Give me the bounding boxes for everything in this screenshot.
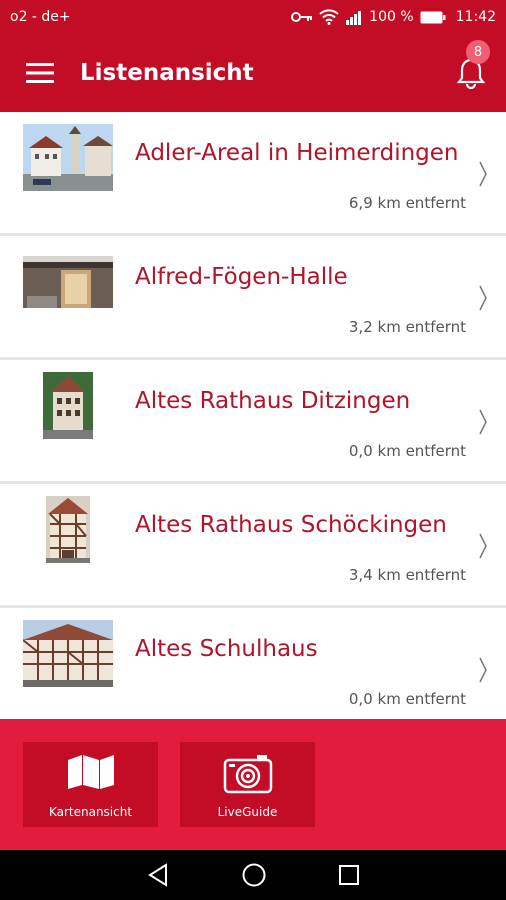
- wifi-icon: [319, 9, 339, 25]
- status-icons: 100 % 11:42: [291, 9, 496, 25]
- liveguide-button[interactable]: LiveGuide: [180, 742, 315, 827]
- key-icon: [291, 11, 313, 23]
- menu-button[interactable]: [0, 34, 80, 112]
- recents-icon[interactable]: [338, 864, 360, 886]
- clock: 11:42: [455, 9, 496, 25]
- system-nav-bar: [0, 850, 506, 900]
- location-distance: 0,0 km entfernt: [348, 442, 466, 460]
- location-thumbnail: [43, 372, 93, 439]
- location-title: Adler-Areal in Heimerdingen: [135, 140, 459, 166]
- bottom-action-bar: Kartenansicht LiveGuide: [0, 719, 506, 850]
- location-thumbnail: [23, 620, 113, 687]
- battery-percent: 100 %: [369, 9, 414, 25]
- app-bar: Listenansicht 8: [0, 34, 506, 112]
- chevron-right-icon: [479, 285, 487, 311]
- home-icon[interactable]: [241, 862, 267, 888]
- chevron-right-icon: [479, 657, 487, 683]
- list-item[interactable]: Altes Rathaus Schöckingen 3,4 km entfern…: [0, 484, 506, 608]
- location-title: Altes Rathaus Ditzingen: [135, 388, 411, 414]
- chevron-right-icon: [479, 533, 487, 559]
- location-thumbnail: [23, 124, 113, 191]
- chevron-right-icon: [479, 161, 487, 187]
- location-title: Altes Rathaus Schöckingen: [135, 512, 447, 538]
- location-distance: 6,9 km entfernt: [348, 194, 466, 212]
- location-thumbnail: [23, 256, 113, 308]
- location-distance: 0,0 km entfernt: [348, 690, 466, 708]
- liveguide-label: LiveGuide: [217, 805, 278, 819]
- map-icon: [23, 754, 158, 790]
- map-view-button[interactable]: Kartenansicht: [23, 742, 158, 827]
- location-list: Adler-Areal in Heimerdingen 6,9 km entfe…: [0, 112, 506, 732]
- chevron-right-icon: [479, 409, 487, 435]
- location-distance: 3,2 km entfernt: [348, 318, 466, 336]
- page-title: Listenansicht: [80, 60, 254, 86]
- map-view-label: Kartenansicht: [48, 805, 133, 819]
- location-thumbnail: [46, 496, 90, 563]
- hamburger-icon: [26, 63, 54, 83]
- signal-icon: [345, 10, 363, 25]
- list-item[interactable]: Altes Rathaus Ditzingen 0,0 km entfernt: [0, 360, 506, 484]
- location-title: Alfred-Fögen-Halle: [135, 264, 348, 290]
- location-title: Altes Schulhaus: [135, 636, 318, 662]
- back-icon[interactable]: [146, 863, 170, 887]
- notification-badge: 8: [466, 40, 490, 64]
- battery-icon: [420, 11, 446, 24]
- location-distance: 3,4 km entfernt: [348, 566, 466, 584]
- status-bar: o2 - de+ 100 % 11:42: [0, 0, 506, 34]
- camera-icon: [180, 754, 315, 794]
- carrier-name: o2 - de+: [10, 9, 71, 25]
- list-item[interactable]: Alfred-Fögen-Halle 3,2 km entfernt: [0, 236, 506, 360]
- list-item[interactable]: Altes Schulhaus 0,0 km entfernt: [0, 608, 506, 732]
- notifications-button[interactable]: 8: [436, 34, 506, 112]
- list-item[interactable]: Adler-Areal in Heimerdingen 6,9 km entfe…: [0, 112, 506, 236]
